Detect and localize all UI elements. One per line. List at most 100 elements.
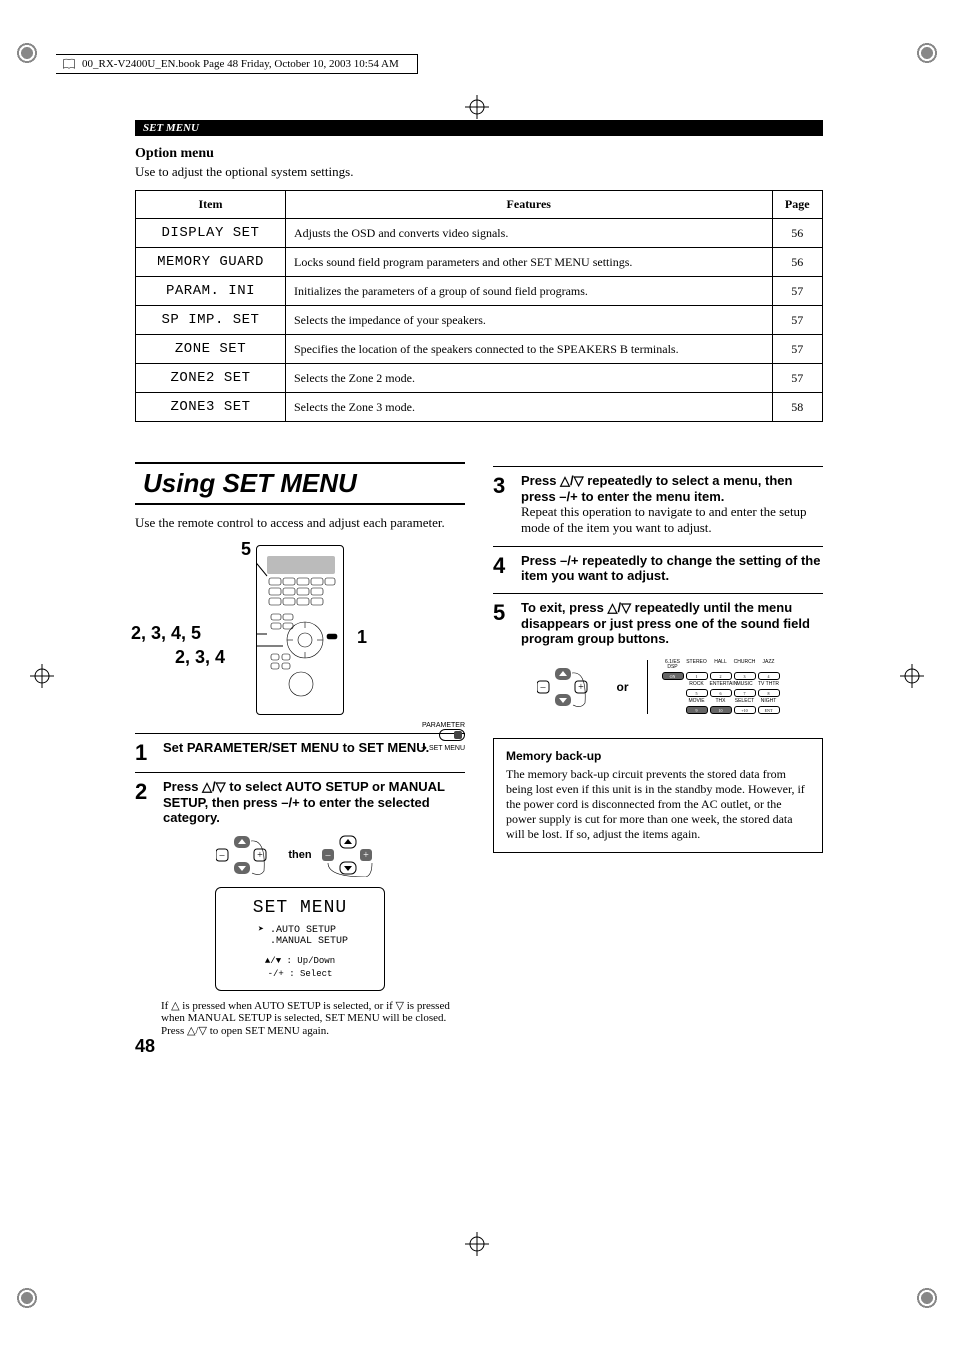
th-page: Page [772, 191, 822, 219]
btn-label: SELECT [734, 699, 756, 704]
cell-features: Initializes the parameters of a group of… [286, 277, 773, 306]
parameter-label: PARAMETER [422, 722, 465, 729]
btn-label: THX [710, 699, 732, 704]
sound-field-button: 2 [710, 672, 732, 680]
sound-field-button: ON [662, 672, 684, 680]
btn-label: ENTERTAIN [710, 682, 732, 687]
osd-screen: SET MENU ➤ .AUTO SETUP .MANUAL SETUP ▲/▼… [215, 887, 385, 991]
cell-page: 56 [772, 219, 822, 248]
option-menu-desc: Use to adjust the optional system settin… [135, 164, 823, 180]
svg-text:–: – [219, 850, 226, 861]
cell-page: 58 [772, 393, 822, 422]
cell-page: 57 [772, 364, 822, 393]
th-features: Features [286, 191, 773, 219]
cell-features: Locks sound field program parameters and… [286, 248, 773, 277]
sound-field-button: 4 [758, 672, 780, 680]
table-row: MEMORY GUARDLocks sound field program pa… [136, 248, 823, 277]
cell-features: Selects the impedance of your speakers. [286, 306, 773, 335]
section-label: SET MENU [135, 120, 823, 136]
or-label: or [617, 680, 629, 694]
btn-label: 6.1/ES DSP [662, 660, 684, 670]
svg-text:+: + [258, 850, 264, 861]
sound-field-button: 1 [686, 672, 708, 680]
btn-label: MUSIC [734, 682, 756, 687]
reg-mark-top-left [12, 38, 42, 68]
reg-arrow-top [465, 95, 489, 119]
btn-label: HALL [710, 660, 732, 670]
cell-item: SP IMP. SET [136, 306, 286, 335]
step-5-text: To exit, press △/▽ repeatedly until the … [521, 600, 823, 646]
step-5-number: 5 [493, 600, 513, 646]
btn-label: JAZZ [758, 660, 780, 670]
step-3-text: Press △/▽ repeatedly to select a menu, t… [521, 473, 823, 504]
option-menu-table: Item Features Page DISPLAY SETAdjusts th… [135, 190, 823, 422]
cell-item: ZONE2 SET [136, 364, 286, 393]
table-row: DISPLAY SETAdjusts the OSD and converts … [136, 219, 823, 248]
btn-label: TV THTR [758, 682, 780, 687]
exit-diagram: – + or 6.1/ES DSPSTEREOHALLCHURCHJAZZON1… [493, 660, 823, 714]
nav-pad-then-diagram: – + then – + [135, 833, 465, 877]
th-item: Item [136, 191, 286, 219]
table-row: SP IMP. SETSelects the impedance of your… [136, 306, 823, 335]
step-1-text: Set PARAMETER/SET MENU to SET MENU. [163, 740, 465, 755]
osd-item-manual: .MANUAL SETUP [258, 936, 370, 947]
memory-backup-title: Memory back-up [506, 749, 810, 763]
table-row: PARAM. INIInitializes the parameters of … [136, 277, 823, 306]
osd-title: SET MENU [230, 898, 370, 918]
table-row: ZONE3 SETSelects the Zone 3 mode.58 [136, 393, 823, 422]
osd-item-auto: ➤ .AUTO SETUP [258, 924, 370, 936]
reg-arrow-right [900, 664, 924, 688]
sound-field-button: 3 [734, 672, 756, 680]
sound-field-buttons-grid: 6.1/ES DSPSTEREOHALLCHURCHJAZZON1234ROCK… [662, 660, 780, 714]
cell-item: PARAM. INI [136, 277, 286, 306]
book-header-bar: 00_RX-V2400U_EN.book Page 48 Friday, Oct… [56, 54, 417, 74]
cell-features: Selects the Zone 3 mode. [286, 393, 773, 422]
step-3-body: Repeat this operation to navigate to and… [521, 504, 823, 536]
then-label: then [288, 849, 311, 861]
sound-field-button: 7 [734, 689, 756, 697]
cell-page: 56 [772, 248, 822, 277]
nav-pad-updown-icon: – + [216, 833, 278, 877]
cell-item: ZONE SET [136, 335, 286, 364]
nav-pad-leftright-icon: – + [322, 833, 384, 877]
cell-features: Selects the Zone 2 mode. [286, 364, 773, 393]
sound-field-button: 6 [710, 689, 732, 697]
step-1-number: 1 [135, 740, 155, 766]
step-3-number: 3 [493, 473, 513, 536]
step-2-note: If △ is pressed when AUTO SETUP is selec… [135, 999, 465, 1037]
cell-page: 57 [772, 335, 822, 364]
sound-field-button: 9 [686, 706, 708, 714]
step-4-number: 4 [493, 553, 513, 583]
sound-field-button: 10 [710, 706, 732, 714]
sound-field-button: +10 [734, 706, 756, 714]
page-number: 48 [135, 1036, 155, 1057]
using-intro: Use the remote control to access and adj… [135, 515, 465, 531]
memory-backup-box: Memory back-up The memory back-up circui… [493, 738, 823, 853]
btn-label: CHURCH [734, 660, 756, 670]
using-set-menu-heading: Using SET MENU [135, 462, 465, 505]
svg-text:+: + [363, 850, 369, 861]
step-2-number: 2 [135, 779, 155, 825]
setmenu-label: SET MENU [429, 745, 465, 752]
cell-item: DISPLAY SET [136, 219, 286, 248]
remote-label-2345: 2, 3, 4, 5 [131, 623, 201, 644]
reg-mark-bottom-left [12, 1283, 42, 1313]
remote-control-diagram: 5 2, 3, 4, 5 2, 3, 4 1 [135, 545, 465, 715]
book-header-text: 00_RX-V2400U_EN.book Page 48 Friday, Oct… [82, 58, 399, 70]
btn-label: ROCK [686, 682, 708, 687]
sound-field-button: ENT [758, 706, 780, 714]
nav-pad-exit-icon: – + [537, 665, 599, 709]
cell-page: 57 [772, 306, 822, 335]
cell-item: MEMORY GUARD [136, 248, 286, 277]
sound-field-button: 5 [686, 689, 708, 697]
sound-field-button: 8 [758, 689, 780, 697]
remote-label-5: 5 [241, 539, 251, 560]
svg-text:+: + [578, 682, 584, 693]
svg-text:–: – [539, 682, 546, 693]
step-2-text: Press △/▽ to select AUTO SETUP or MANUAL… [163, 779, 465, 825]
pdf-book-icon [62, 58, 76, 70]
cell-page: 57 [772, 277, 822, 306]
osd-hint: ▲/▼ : Up/Down -/+ : Select [230, 955, 370, 980]
table-row: ZONE SETSpecifies the location of the sp… [136, 335, 823, 364]
reg-arrow-bottom [465, 1232, 489, 1256]
